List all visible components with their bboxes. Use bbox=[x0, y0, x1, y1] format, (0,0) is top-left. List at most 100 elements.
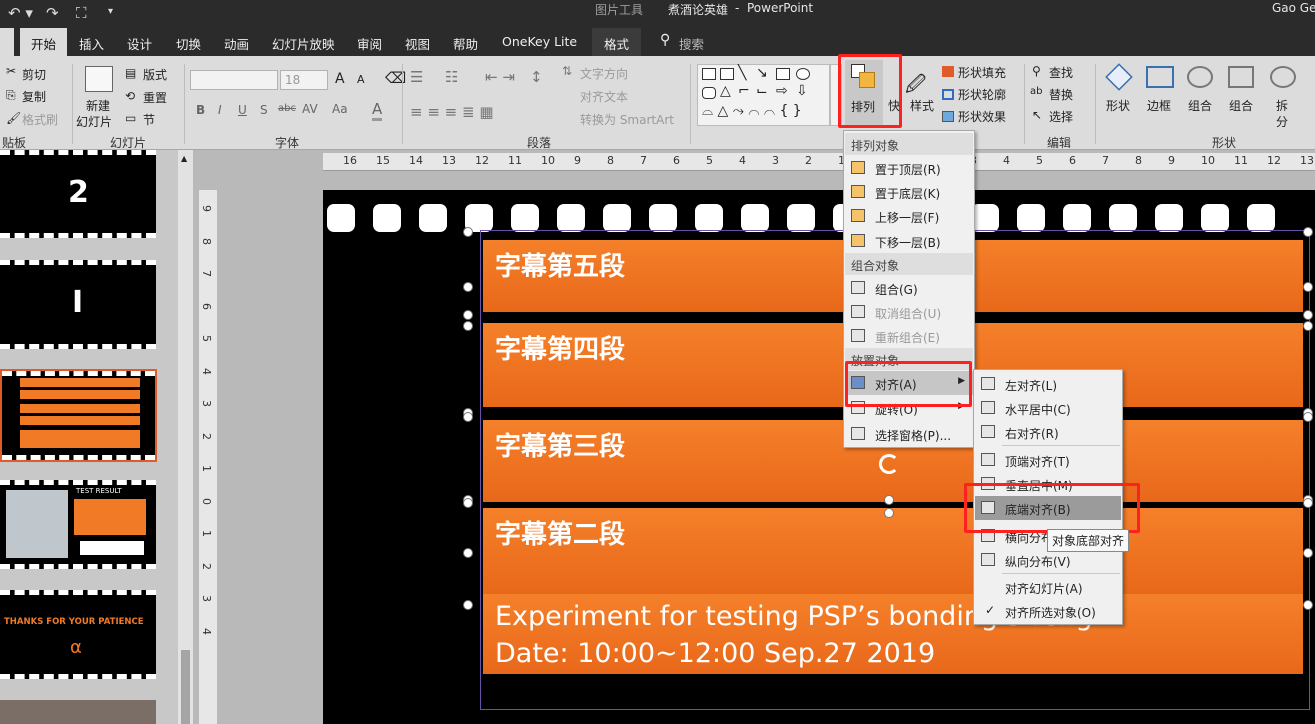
tab-transitions[interactable]: 切换 bbox=[176, 34, 201, 53]
bold-button[interactable]: B bbox=[196, 103, 205, 117]
text-direction-button[interactable]: 文字方向 bbox=[580, 65, 628, 82]
rect-shape-icon[interactable] bbox=[776, 68, 790, 80]
alignment-icons[interactable]: ≡ ≡ ≡ ≣ ▦ bbox=[410, 103, 494, 121]
layout-button[interactable]: 版式 bbox=[143, 66, 167, 83]
resize-handle[interactable] bbox=[1303, 310, 1313, 320]
split-button[interactable]: 拆 bbox=[1276, 97, 1288, 114]
tab-review[interactable]: 审阅 bbox=[357, 34, 382, 53]
redo-icon[interactable]: ↷ bbox=[46, 4, 59, 22]
font-size-field[interactable]: 18 bbox=[280, 70, 328, 90]
triangle-shape-icon[interactable]: △ bbox=[720, 83, 731, 99]
shape-fill-button[interactable]: 形状填充 bbox=[958, 64, 1006, 81]
thumbnail-slide-6[interactable] bbox=[0, 700, 156, 724]
split-label-2[interactable]: 分 bbox=[1276, 113, 1288, 130]
shape-effects-button[interactable]: 形状效果 bbox=[958, 108, 1006, 125]
shape-button[interactable]: 形状 bbox=[1106, 97, 1130, 114]
shapes-gallery[interactable]: ╲ ↘ △ ⌐ ⌙ ⇨ ⇩ ⌓ △ ⤳ ⌒ ⌒ { } bbox=[697, 64, 830, 126]
resize-handle[interactable] bbox=[884, 508, 894, 518]
thumbnail-slide-2[interactable]: I bbox=[0, 260, 156, 349]
resize-handle[interactable] bbox=[463, 600, 473, 610]
line-spacing-icon[interactable]: ↕ bbox=[530, 68, 543, 86]
start-from-beginning-icon[interactable]: ⛶ bbox=[76, 4, 87, 22]
section-button[interactable]: 节 bbox=[143, 111, 155, 128]
arrow-shape-icon[interactable]: ↘ bbox=[756, 65, 768, 81]
tab-home[interactable]: 开始 bbox=[20, 28, 67, 57]
customize-qat-icon[interactable]: ▾ bbox=[108, 6, 113, 17]
resize-handle[interactable] bbox=[463, 282, 473, 292]
align-right[interactable]: 右对齐(R) bbox=[975, 420, 1121, 444]
replace-button[interactable]: 替换 bbox=[1049, 86, 1073, 103]
new-slide-label-2[interactable]: 幻灯片 bbox=[76, 113, 112, 130]
tab-view[interactable]: 视图 bbox=[405, 34, 430, 53]
undo-icon[interactable]: ↶ ▾ bbox=[8, 4, 33, 22]
menu-send-backward[interactable]: 下移一层(B) bbox=[845, 229, 973, 253]
thumbnail-slide-1[interactable]: 2 bbox=[0, 150, 156, 238]
rotate-handle-icon[interactable] bbox=[879, 454, 899, 474]
resize-handle[interactable] bbox=[1303, 227, 1313, 237]
group-button-1[interactable]: 组合 bbox=[1188, 97, 1212, 114]
align-text-button[interactable]: 对齐文本 bbox=[580, 88, 628, 105]
font-name-field[interactable] bbox=[190, 70, 278, 90]
group-button-2[interactable]: 组合 bbox=[1229, 97, 1253, 114]
slide-canvas[interactable]: 字幕第五段 字幕第四段 字幕第三段 字幕第二段 Experiment for t… bbox=[323, 190, 1315, 724]
indent-icon[interactable]: ⇤ ⇥ bbox=[485, 68, 515, 86]
resize-handle[interactable] bbox=[1303, 412, 1313, 422]
tab-design[interactable]: 设计 bbox=[127, 34, 152, 53]
cut-button[interactable]: 剪切 bbox=[22, 66, 46, 83]
oval-shape-icon[interactable] bbox=[796, 68, 810, 80]
search-box[interactable]: 搜索 bbox=[679, 34, 704, 53]
thumbnail-slide-4[interactable]: TEST RESULT bbox=[0, 480, 156, 569]
border-button[interactable]: 边框 bbox=[1147, 97, 1171, 114]
curve-connector-icon[interactable]: ⌙ bbox=[756, 83, 768, 99]
menu-bring-to-front[interactable]: 置于顶层(R) bbox=[845, 156, 973, 180]
footer-band[interactable]: Experiment for testing PSP’s bonding str… bbox=[483, 594, 1303, 674]
shrink-font-button[interactable]: A bbox=[357, 73, 365, 86]
bullets-icon[interactable]: ☰ bbox=[410, 68, 423, 86]
align-left[interactable]: 左对齐(L) bbox=[975, 372, 1121, 396]
thumbnails-scrollbar[interactable]: ▲ bbox=[178, 150, 193, 724]
rounded-rect-shape-icon[interactable] bbox=[702, 87, 716, 99]
textbox-shape-icon[interactable] bbox=[702, 68, 716, 80]
align-top[interactable]: 顶端对齐(T) bbox=[975, 448, 1121, 472]
resize-handle[interactable] bbox=[1303, 600, 1313, 610]
menu-ungroup[interactable]: 取消组合(U) bbox=[845, 300, 973, 324]
right-arrow-shape-icon[interactable]: ⇨ bbox=[776, 83, 788, 99]
select-button[interactable]: 选择 bbox=[1049, 108, 1073, 125]
line-shape-icon[interactable]: ╲ bbox=[738, 65, 746, 81]
menu-bring-forward[interactable]: 上移一层(F) bbox=[845, 204, 973, 228]
font-color-button[interactable]: A bbox=[372, 100, 382, 121]
thumbnail-slide-3[interactable] bbox=[0, 369, 157, 462]
menu-regroup[interactable]: 重新组合(E) bbox=[845, 324, 973, 348]
quick-styles-button[interactable]: 快 bbox=[888, 97, 900, 114]
thumbnail-slide-5[interactable]: THANKS FOR YOUR PATIENCE α bbox=[0, 590, 156, 679]
resize-handle[interactable] bbox=[463, 310, 473, 320]
shape-outline-button[interactable]: 形状轮廓 bbox=[958, 86, 1006, 103]
resize-handle[interactable] bbox=[1303, 282, 1313, 292]
tab-help[interactable]: 帮助 bbox=[453, 34, 478, 53]
resize-handle[interactable] bbox=[463, 412, 473, 422]
find-button[interactable]: 查找 bbox=[1049, 64, 1073, 81]
down-arrow-shape-icon[interactable]: ⇩ bbox=[796, 83, 808, 99]
resize-handle[interactable] bbox=[463, 321, 473, 331]
smartart-button[interactable]: 转换为 SmartArt bbox=[580, 111, 674, 128]
copy-button[interactable]: 复制 bbox=[22, 88, 46, 105]
tab-animations[interactable]: 动画 bbox=[224, 34, 249, 53]
resize-handle[interactable] bbox=[884, 495, 894, 505]
menu-group[interactable]: 组合(G) bbox=[845, 276, 973, 300]
tab-format[interactable]: 格式 bbox=[592, 28, 641, 56]
scroll-up-icon[interactable]: ▲ bbox=[181, 154, 187, 163]
resize-handle[interactable] bbox=[463, 548, 473, 558]
elbow-connector-icon[interactable]: ⌐ bbox=[738, 83, 750, 99]
tab-insert[interactable]: 插入 bbox=[79, 34, 104, 53]
numbering-icon[interactable]: ☷ bbox=[445, 68, 458, 86]
scroll-thumb[interactable] bbox=[181, 650, 190, 724]
align-selected-objects[interactable]: ✓对齐所选对象(O) bbox=[975, 599, 1121, 623]
reset-button[interactable]: 重置 bbox=[143, 89, 167, 106]
shadow-button[interactable]: S bbox=[260, 103, 268, 117]
align-to-slide[interactable]: 对齐幻灯片(A) bbox=[975, 575, 1121, 599]
new-slide-button[interactable]: 新建 bbox=[86, 97, 110, 114]
grow-font-button[interactable]: A bbox=[335, 71, 345, 87]
resize-handle[interactable] bbox=[463, 227, 473, 237]
clear-format-icon[interactable]: ⌫ bbox=[385, 69, 406, 87]
resize-handle[interactable] bbox=[1303, 548, 1313, 558]
